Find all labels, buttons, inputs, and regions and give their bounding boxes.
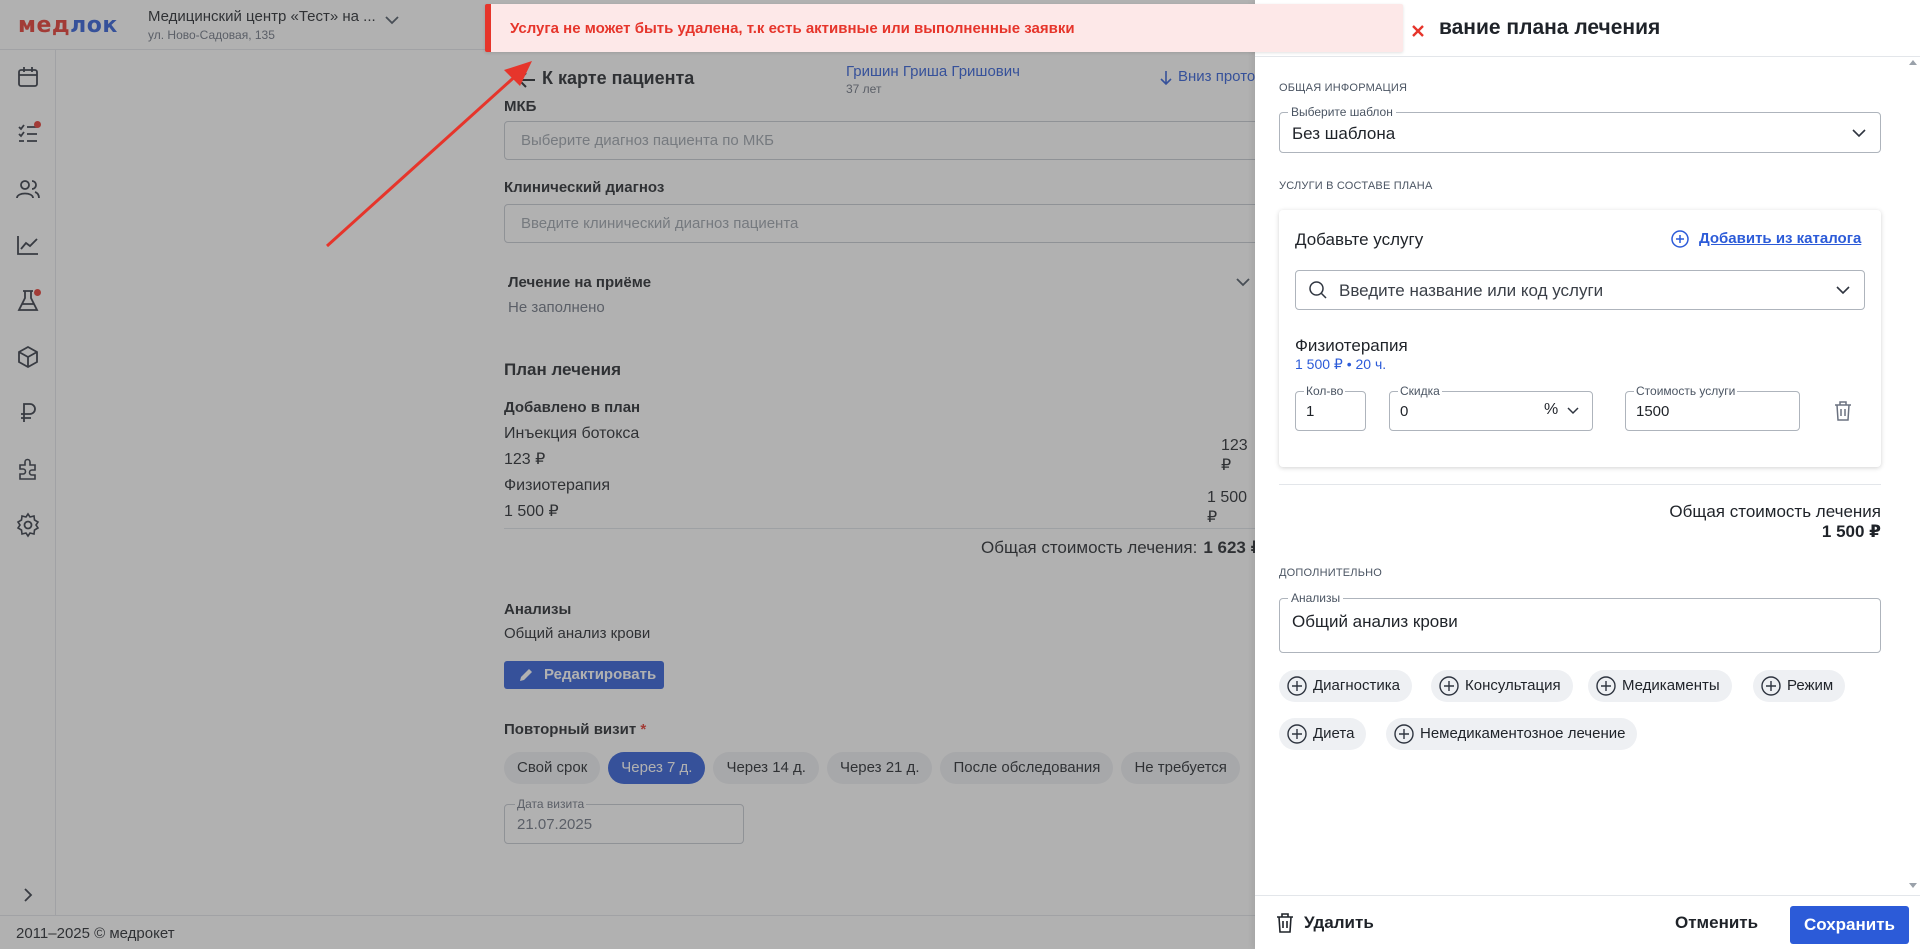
search-icon <box>1309 281 1327 299</box>
template-label: Выберите шаблон <box>1288 105 1396 119</box>
scroll-down-icon[interactable] <box>1908 882 1918 890</box>
add-service-title: Добавьте услугу <box>1295 230 1424 249</box>
discount-field[interactable]: Скидка 0 % <box>1389 384 1593 431</box>
general-info-caption: ОБЩАЯ ИНФОРМАЦИЯ <box>1279 82 1408 94</box>
add-diagnostics-chip[interactable]: Диагностика <box>1279 670 1412 702</box>
service-search-placeholder: Введите название или код услуги <box>1339 281 1604 300</box>
drawer-total-value: 1 500 ₽ <box>1821 522 1881 541</box>
total-divider <box>1279 484 1881 485</box>
service-search-input[interactable]: Введите название или код услуги <box>1295 270 1865 310</box>
treatment-plan-drawer: вание плана лечения ОБЩАЯ ИНФОРМАЦИЯ Выб… <box>1255 0 1920 949</box>
additional-caption: ДОПОЛНИТЕЛЬНО <box>1279 567 1383 579</box>
modal-overlay[interactable] <box>0 0 1255 949</box>
discount-value: 0 <box>1400 403 1409 420</box>
drawer-footer: Удалить Отменить Сохранить <box>1255 895 1920 949</box>
services-caption: УСЛУГИ В СОСТАВЕ ПЛАНА <box>1279 180 1433 192</box>
analyses-field-value: Общий анализ крови <box>1292 612 1458 631</box>
quantity-value: 1 <box>1306 403 1315 420</box>
scroll-up-icon[interactable] <box>1908 58 1918 66</box>
error-toast-message: Услуга не может быть удалена, т.к есть а… <box>510 20 1075 37</box>
service-cost-label: Стоимость услуги <box>1634 384 1738 398</box>
delete-plan-button[interactable]: Удалить <box>1275 913 1374 933</box>
plus-circle-icon <box>1596 676 1616 696</box>
quantity-field[interactable]: Кол-во 1 <box>1295 384 1366 431</box>
add-diet-chip[interactable]: Диета <box>1279 718 1367 750</box>
service-meta: 1 500 ₽ • 20 ч. <box>1295 356 1387 372</box>
service-name: Физиотерапия <box>1295 336 1408 355</box>
service-cost-value: 1500 <box>1636 403 1670 420</box>
close-icon[interactable] <box>1411 24 1425 38</box>
add-from-catalog-link[interactable]: Добавить из каталога <box>1671 230 1861 248</box>
quantity-label: Кол-во <box>1304 384 1346 398</box>
add-medications-chip[interactable]: Медикаменты <box>1588 670 1732 702</box>
analyses-textarea[interactable]: Анализы Общий анализ крови <box>1279 591 1881 653</box>
template-value: Без шаблона <box>1292 124 1396 143</box>
plus-circle-icon <box>1671 230 1689 248</box>
chevron-down-icon[interactable] <box>1836 285 1850 295</box>
plus-circle-icon <box>1761 676 1781 696</box>
plus-circle-icon <box>1287 676 1307 696</box>
cancel-button[interactable]: Отменить <box>1675 913 1758 933</box>
add-regimen-chip[interactable]: Режим <box>1753 670 1846 702</box>
add-non-drug-treatment-chip[interactable]: Немедикаментозное лечение <box>1386 718 1638 750</box>
services-card: Добавьте услугу Добавить из каталога Вве… <box>1279 210 1881 467</box>
analyses-field-label: Анализы <box>1288 591 1344 605</box>
error-toast: Услуга не может быть удалена, т.к есть а… <box>485 4 1424 52</box>
chevron-down-icon[interactable] <box>1567 407 1579 415</box>
discount-label: Скидка <box>1398 384 1442 398</box>
template-select[interactable]: Выберите шаблон Без шаблона <box>1279 105 1881 153</box>
drawer-header-divider <box>1255 56 1920 57</box>
plus-circle-icon <box>1287 724 1307 744</box>
save-button[interactable]: Сохранить <box>1790 906 1909 944</box>
trash-icon <box>1277 913 1293 933</box>
plus-circle-icon <box>1394 724 1414 744</box>
trash-icon[interactable] <box>1833 400 1853 422</box>
discount-unit-select[interactable]: % <box>1544 401 1558 419</box>
drawer-title: вание плана лечения <box>1439 16 1661 39</box>
add-consultation-chip[interactable]: Консультация <box>1431 670 1573 702</box>
chevron-down-icon <box>1852 129 1866 138</box>
drawer-total-label: Общая стоимость лечения <box>1669 502 1881 521</box>
annotation-arrow <box>325 61 532 248</box>
service-cost-field[interactable]: Стоимость услуги 1500 <box>1625 384 1800 431</box>
plus-circle-icon <box>1439 676 1459 696</box>
